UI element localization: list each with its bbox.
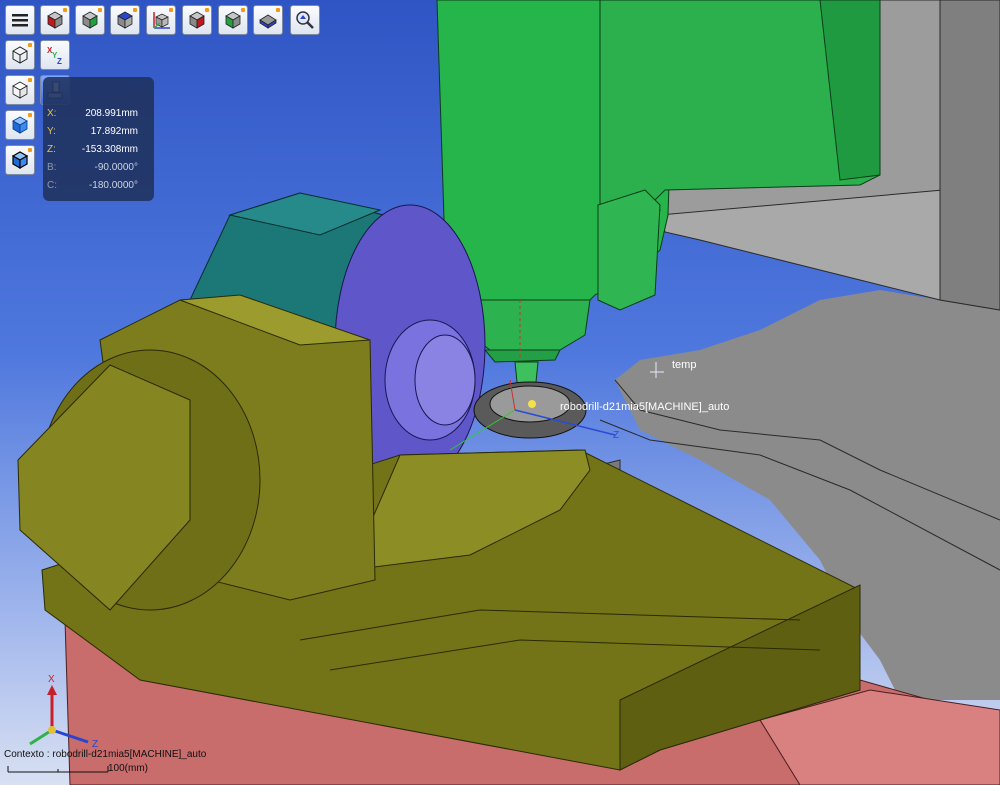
coord-b-label: B: [47,162,57,173]
coord-z-row: Z: -153.308mm [43,144,154,162]
zoom-fit-icon [296,11,314,29]
zoom-fit-button[interactable] [290,5,320,35]
menu-icon [12,14,28,27]
shaded-cube-icon [12,116,28,134]
xyz-axes-icon: X Y Z [47,46,62,66]
view-back-button[interactable] [182,5,212,35]
xyz-axes-button[interactable]: X Y Z [40,40,70,70]
machine-label: robodrill-d21mia5[MACHINE]_auto [560,401,730,413]
coord-z-value: -153.308mm [81,144,138,155]
coord-c-row: C: -180.0000° [43,180,154,198]
coord-x-row: X: 208.991mm [43,108,154,126]
svg-text:Z: Z [57,57,62,66]
view-left-icon [225,11,241,29]
view-back-icon [189,11,205,29]
scale-label: 100(mm) [108,763,149,774]
coord-z-label: Z: [47,144,56,155]
shaded-edges-cube-icon [11,151,29,170]
view-top-icon [117,11,133,29]
3d-viewport[interactable]: temp robodrill-d21mia5[MACHINE]_auto Z X… [0,0,1000,785]
triad-z-label: Z [613,430,620,441]
coordinate-readout-panel: X: 208.991mm Y: 17.892mm Z: -153.308mm B… [43,77,154,201]
view-axes-icon [153,12,170,29]
shaded-cube-button[interactable] [5,110,35,140]
outline-cube-icon [12,81,28,99]
view-bottom-button[interactable] [253,5,283,35]
view-axes-button[interactable] [146,5,176,35]
coord-y-value: 17.892mm [90,126,138,137]
view-front-button[interactable] [40,5,70,35]
view-bottom-icon [259,14,277,29]
context-label: Contexto : robodrill-d21mia5[MACHINE]_au… [4,749,207,760]
view-right-button[interactable] [75,5,105,35]
coord-y-label: Y: [47,126,56,137]
temp-label: temp [672,359,697,371]
view-front-icon [47,11,63,29]
menu-button[interactable] [5,5,35,35]
rotary-axis-motor [17,294,376,611]
outline-cube-button[interactable] [5,75,35,105]
coord-x-value: 208.991mm [85,108,138,119]
view-right-icon [82,11,98,29]
view-top-button[interactable] [110,5,140,35]
coord-c-label: C: [47,180,57,191]
view-left-button[interactable] [218,5,248,35]
coord-c-value: -180.0000° [88,180,138,191]
coord-x-label: X: [47,108,57,119]
wireframe-cube-button[interactable] [5,40,35,70]
view-x-label: X [48,674,55,685]
coord-y-row: Y: 17.892mm [43,126,154,144]
wireframe-cube-icon [12,46,28,64]
shaded-edges-cube-button[interactable] [5,145,35,175]
coord-b-value: -90.0000° [94,162,138,173]
coord-b-row: B: -90.0000° [43,162,154,180]
